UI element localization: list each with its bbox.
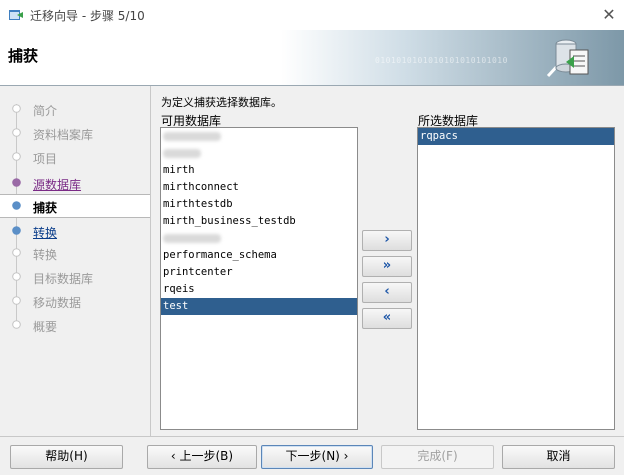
- nav-step-3: 项目: [0, 146, 150, 168]
- step-marker-icon: [12, 272, 21, 281]
- nav-step-7: 转换: [0, 242, 150, 264]
- selected-databases-list[interactable]: rqpacs: [417, 127, 615, 430]
- list-item[interactable]: test: [161, 298, 357, 315]
- step-marker-icon: [12, 226, 21, 235]
- help-button[interactable]: 帮助(H): [10, 445, 123, 469]
- nav-step-label: 捕获: [33, 201, 58, 215]
- nav-step-6[interactable]: 转换: [0, 220, 150, 242]
- list-item[interactable]: [161, 230, 357, 247]
- close-icon[interactable]: ✕: [594, 0, 624, 30]
- nav-step-label: 转换: [33, 226, 58, 240]
- instruction-text: 为定义捕获选择数据库。: [161, 96, 282, 109]
- nav-step-label: 转换: [33, 248, 58, 262]
- nav-step-label: 目标数据库: [33, 272, 94, 286]
- nav-step-4[interactable]: 源数据库: [0, 172, 150, 194]
- list-item[interactable]: rqpacs: [418, 128, 614, 145]
- redacted-text: [163, 233, 221, 243]
- step-marker-icon: [12, 104, 21, 113]
- nav-step-label: 资料档案库: [33, 128, 94, 142]
- nav-step-10: 概要: [0, 314, 150, 336]
- move-right-button[interactable]: ›: [362, 230, 412, 251]
- app-icon: [9, 10, 23, 20]
- list-item[interactable]: mirthconnect: [161, 179, 357, 196]
- step-marker-icon: [12, 178, 21, 187]
- nav-step-9: 移动数据: [0, 290, 150, 312]
- nav-step-label: 概要: [33, 320, 58, 334]
- window-title: 迁移向导 - 步骤 5/10: [30, 9, 145, 23]
- finish-button: 完成(F): [381, 445, 494, 469]
- nav-step-8: 目标数据库: [0, 266, 150, 288]
- step-marker-icon: [12, 128, 21, 137]
- database-icon: [546, 39, 589, 78]
- nav-step-label: 移动数据: [33, 296, 82, 310]
- step-marker-icon: [12, 201, 21, 210]
- move-all-left-button[interactable]: «: [362, 308, 412, 329]
- nav-step-label: 简介: [33, 104, 58, 118]
- redacted-text: [163, 148, 201, 158]
- back-button[interactable]: ‹ 上一步(B): [147, 445, 257, 469]
- step-marker-icon: [12, 248, 21, 257]
- list-item[interactable]: [161, 145, 357, 162]
- move-all-right-button[interactable]: »: [362, 256, 412, 277]
- move-left-button[interactable]: ‹: [362, 282, 412, 303]
- list-item[interactable]: mirth_business_testdb: [161, 213, 357, 230]
- page-title: 捕获: [8, 47, 39, 65]
- nav-step-5[interactable]: 捕获: [0, 194, 150, 218]
- list-item[interactable]: mirth: [161, 162, 357, 179]
- redacted-text: [163, 131, 221, 141]
- available-databases-list[interactable]: mirth mirthconnect mirthtestdb mirth_busine…: [160, 127, 358, 430]
- step-marker-icon: [12, 152, 21, 161]
- binary-decoration: 0101010101010101010101010: [375, 56, 508, 65]
- title-bar: 迁移向导 - 步骤 5/10 ✕: [0, 0, 624, 30]
- cancel-button[interactable]: 取消: [502, 445, 615, 469]
- list-item[interactable]: mirthtestdb: [161, 196, 357, 213]
- wizard-header: 捕获 0101010101010101010101010: [0, 30, 624, 86]
- nav-step-label: 项目: [33, 152, 58, 166]
- step-marker-icon: [12, 296, 21, 305]
- step-marker-icon: [12, 320, 21, 329]
- list-item[interactable]: [161, 128, 357, 145]
- list-item[interactable]: printcenter: [161, 264, 357, 281]
- nav-step-2: 资料档案库: [0, 122, 150, 144]
- nav-step-label: 源数据库: [33, 178, 82, 192]
- list-item[interactable]: rqeis: [161, 281, 357, 298]
- list-item[interactable]: performance_schema: [161, 247, 357, 264]
- nav-step-1: 简介: [0, 98, 150, 120]
- next-button[interactable]: 下一步(N) ›: [261, 445, 373, 469]
